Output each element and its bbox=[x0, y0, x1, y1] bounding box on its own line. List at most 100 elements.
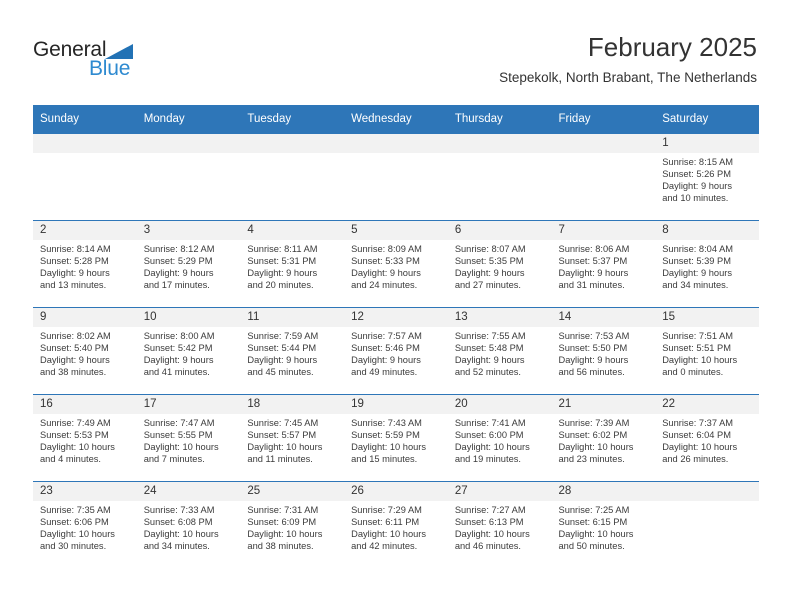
day-detail-line: Sunrise: 8:15 AM bbox=[662, 157, 734, 167]
day-cell-1[interactable]: 1 Sunrise: 8:15 AM Sunset: 5:26 PM Daylight… bbox=[655, 133, 759, 221]
day-cell-15[interactable]: 15 Sunrise: 7:51 AM Sunset: 5:51 PM Dayligh… bbox=[655, 307, 759, 395]
day-detail-line: Sunset: 5:26 PM bbox=[662, 169, 731, 180]
day-detail-line: Sunrise: 8:02 AM bbox=[40, 331, 111, 341]
day-detail-line: Daylight: 10 hours bbox=[558, 442, 634, 453]
day-cell-23[interactable]: 23 Sunrise: 7:35 AM Sunset: 6:06 PM Dayligh… bbox=[33, 481, 137, 568]
day-number: 23 bbox=[33, 482, 137, 501]
day-cell-10[interactable]: 10 Sunrise: 8:00 AM Sunset: 5:42 PM Dayligh… bbox=[136, 307, 241, 395]
day-number bbox=[551, 134, 656, 153]
day-number: 1 bbox=[655, 134, 759, 153]
day-detail-line: and 26 minutes. bbox=[662, 454, 729, 465]
day-number: 17 bbox=[136, 395, 241, 414]
day-detail-line: Sunset: 5:46 PM bbox=[351, 343, 420, 354]
day-cell-11[interactable]: 11 Sunrise: 7:59 AM Sunset: 5:44 PM Dayligh… bbox=[240, 307, 345, 395]
day-detail-line: Sunset: 6:00 PM bbox=[454, 430, 524, 441]
day-detail-line: Sunrise: 8:09 AM bbox=[351, 244, 422, 254]
day-details bbox=[344, 153, 448, 156]
day-cell-17[interactable]: 17 Sunrise: 7:47 AM Sunset: 5:55 PM Dayligh… bbox=[136, 394, 241, 482]
day-detail-line: Daylight: 10 hours bbox=[558, 529, 634, 540]
day-number: 8 bbox=[655, 221, 759, 240]
day-detail-line: Sunrise: 7:39 AM bbox=[558, 418, 630, 428]
day-cell-13[interactable]: 13 Sunrise: 7:55 AM Sunset: 5:48 PM Dayligh… bbox=[447, 307, 552, 395]
day-detail-line: Sunset: 5:33 PM bbox=[351, 256, 420, 267]
day-detail-line: and 20 minutes. bbox=[247, 280, 314, 291]
day-detail-line: and 46 minutes. bbox=[454, 541, 521, 552]
day-detail-line: Sunrise: 8:04 AM bbox=[662, 244, 734, 254]
day-detail-line: Daylight: 10 hours bbox=[247, 529, 323, 540]
day-detail-line: Sunset: 5:55 PM bbox=[143, 430, 213, 441]
day-detail-line: Daylight: 10 hours bbox=[351, 529, 427, 540]
brand-logo[interactable]: General Blue bbox=[33, 38, 163, 84]
day-cell-12[interactable]: 12 Sunrise: 7:57 AM Sunset: 5:46 PM Dayligh… bbox=[344, 307, 448, 395]
day-cell-8[interactable]: 8 Sunrise: 8:04 AM Sunset: 5:39 PM Daylight… bbox=[655, 220, 759, 308]
day-detail-line: and 34 minutes. bbox=[143, 541, 210, 552]
weekday-headers: Sunday Monday Tuesday Wednesday Thursday Frid… bbox=[33, 105, 759, 134]
day-number: 11 bbox=[240, 308, 345, 327]
day-number: 7 bbox=[551, 221, 656, 240]
day-detail-line: Sunset: 5:40 PM bbox=[40, 343, 109, 354]
day-number bbox=[655, 482, 759, 501]
day-detail-line: and 38 minutes. bbox=[40, 367, 107, 378]
day-detail-line: Sunrise: 7:25 AM bbox=[558, 505, 630, 515]
day-details: Sunrise: 7:51 AM Sunset: 5:51 PM Daylight:… bbox=[655, 327, 759, 378]
day-cell-4[interactable]: 4 Sunrise: 8:11 AM Sunset: 5:31 PM Daylight… bbox=[240, 220, 345, 308]
day-cell-16[interactable]: 16 Sunrise: 7:49 AM Sunset: 5:53 PM Dayligh… bbox=[33, 394, 137, 482]
day-details bbox=[240, 153, 344, 156]
day-detail-line: Sunset: 5:42 PM bbox=[143, 343, 213, 354]
day-cell-14[interactable]: 14 Sunrise: 7:53 AM Sunset: 5:50 PM Dayligh… bbox=[551, 307, 656, 395]
day-cell-9[interactable]: 9 Sunrise: 8:02 AM Sunset: 5:40 PM Daylight… bbox=[33, 307, 137, 395]
day-details: Sunrise: 7:29 AM Sunset: 6:11 PM Daylight:… bbox=[344, 501, 448, 552]
day-cell-3[interactable]: 3 Sunrise: 8:12 AM Sunset: 5:29 PM Daylight… bbox=[136, 220, 241, 308]
day-detail-line: Daylight: 9 hours bbox=[40, 268, 110, 279]
day-number: 6 bbox=[447, 221, 552, 240]
day-details: Sunrise: 7:37 AM Sunset: 6:04 PM Daylight:… bbox=[655, 414, 759, 465]
day-cell-2[interactable]: 2 Sunrise: 8:14 AM Sunset: 5:28 PM Daylight… bbox=[33, 220, 137, 308]
day-detail-line: Daylight: 10 hours bbox=[454, 442, 530, 453]
day-detail-line: Sunset: 6:02 PM bbox=[558, 430, 628, 441]
day-detail-line: and 42 minutes. bbox=[351, 541, 418, 552]
day-detail-line: Sunset: 6:15 PM bbox=[558, 517, 628, 528]
day-cell-5[interactable]: 5 Sunrise: 8:09 AM Sunset: 5:33 PM Daylight… bbox=[344, 220, 448, 308]
day-details: Sunrise: 7:59 AM Sunset: 5:44 PM Daylight:… bbox=[240, 327, 344, 378]
day-detail-line: Sunset: 5:48 PM bbox=[454, 343, 524, 354]
day-cell-18[interactable]: 18 Sunrise: 7:45 AM Sunset: 5:57 PM Dayligh… bbox=[240, 394, 345, 482]
day-detail-line: Sunrise: 8:11 AM bbox=[247, 244, 318, 254]
day-details bbox=[448, 153, 552, 156]
day-cell-6[interactable]: 6 Sunrise: 8:07 AM Sunset: 5:35 PM Daylight… bbox=[447, 220, 552, 308]
day-detail-line: Sunset: 6:04 PM bbox=[662, 430, 731, 441]
day-cell-21[interactable]: 21 Sunrise: 7:39 AM Sunset: 6:02 PM Dayligh… bbox=[551, 394, 656, 482]
day-details: Sunrise: 7:27 AM Sunset: 6:13 PM Daylight:… bbox=[448, 501, 552, 552]
day-number bbox=[33, 134, 137, 153]
day-cell-25[interactable]: 25 Sunrise: 7:31 AM Sunset: 6:09 PM Dayligh… bbox=[240, 481, 345, 568]
day-detail-line: Sunset: 5:59 PM bbox=[351, 430, 420, 441]
day-cell-20[interactable]: 20 Sunrise: 7:41 AM Sunset: 6:00 PM Dayligh… bbox=[447, 394, 552, 482]
day-cell-empty bbox=[33, 133, 137, 221]
day-detail-line: and 23 minutes. bbox=[558, 454, 625, 465]
day-detail-line: Sunrise: 7:33 AM bbox=[143, 505, 215, 515]
day-cell-7[interactable]: 7 Sunrise: 8:06 AM Sunset: 5:37 PM Daylight… bbox=[551, 220, 656, 308]
calendar-week-row: 2 Sunrise: 8:14 AM Sunset: 5:28 PM Daylight… bbox=[33, 220, 759, 308]
day-details: Sunrise: 8:11 AM Sunset: 5:31 PM Daylight:… bbox=[240, 240, 344, 291]
day-details: Sunrise: 8:00 AM Sunset: 5:42 PM Daylight:… bbox=[137, 327, 241, 378]
day-detail-line: Daylight: 10 hours bbox=[143, 529, 219, 540]
day-number: 28 bbox=[551, 482, 656, 501]
day-detail-line: Sunset: 5:37 PM bbox=[558, 256, 628, 267]
day-detail-line: and 41 minutes. bbox=[143, 367, 210, 378]
day-cell-27[interactable]: 27 Sunrise: 7:27 AM Sunset: 6:13 PM Dayligh… bbox=[447, 481, 552, 568]
day-detail-line: Sunset: 5:39 PM bbox=[662, 256, 731, 267]
day-cell-19[interactable]: 19 Sunrise: 7:43 AM Sunset: 5:59 PM Dayligh… bbox=[344, 394, 448, 482]
day-details: Sunrise: 7:33 AM Sunset: 6:08 PM Daylight:… bbox=[137, 501, 241, 552]
day-cell-26[interactable]: 26 Sunrise: 7:29 AM Sunset: 6:11 PM Dayligh… bbox=[344, 481, 448, 568]
day-cell-24[interactable]: 24 Sunrise: 7:33 AM Sunset: 6:08 PM Dayligh… bbox=[136, 481, 241, 568]
day-number bbox=[240, 134, 345, 153]
day-detail-line: Sunset: 6:06 PM bbox=[40, 517, 109, 528]
weekday-header-saturday: Saturday bbox=[655, 105, 759, 134]
day-cell-28[interactable]: 28 Sunrise: 7:25 AM Sunset: 6:15 PM Dayligh… bbox=[551, 481, 656, 568]
day-detail-line: Sunset: 5:51 PM bbox=[662, 343, 731, 354]
day-cell-22[interactable]: 22 Sunrise: 7:37 AM Sunset: 6:04 PM Dayligh… bbox=[655, 394, 759, 482]
day-detail-line: Sunset: 5:53 PM bbox=[40, 430, 109, 441]
day-details: Sunrise: 7:39 AM Sunset: 6:02 PM Daylight:… bbox=[552, 414, 656, 465]
day-detail-line: Daylight: 9 hours bbox=[454, 355, 525, 366]
day-cell-empty bbox=[240, 133, 345, 221]
day-details: Sunrise: 8:04 AM Sunset: 5:39 PM Daylight:… bbox=[655, 240, 759, 291]
